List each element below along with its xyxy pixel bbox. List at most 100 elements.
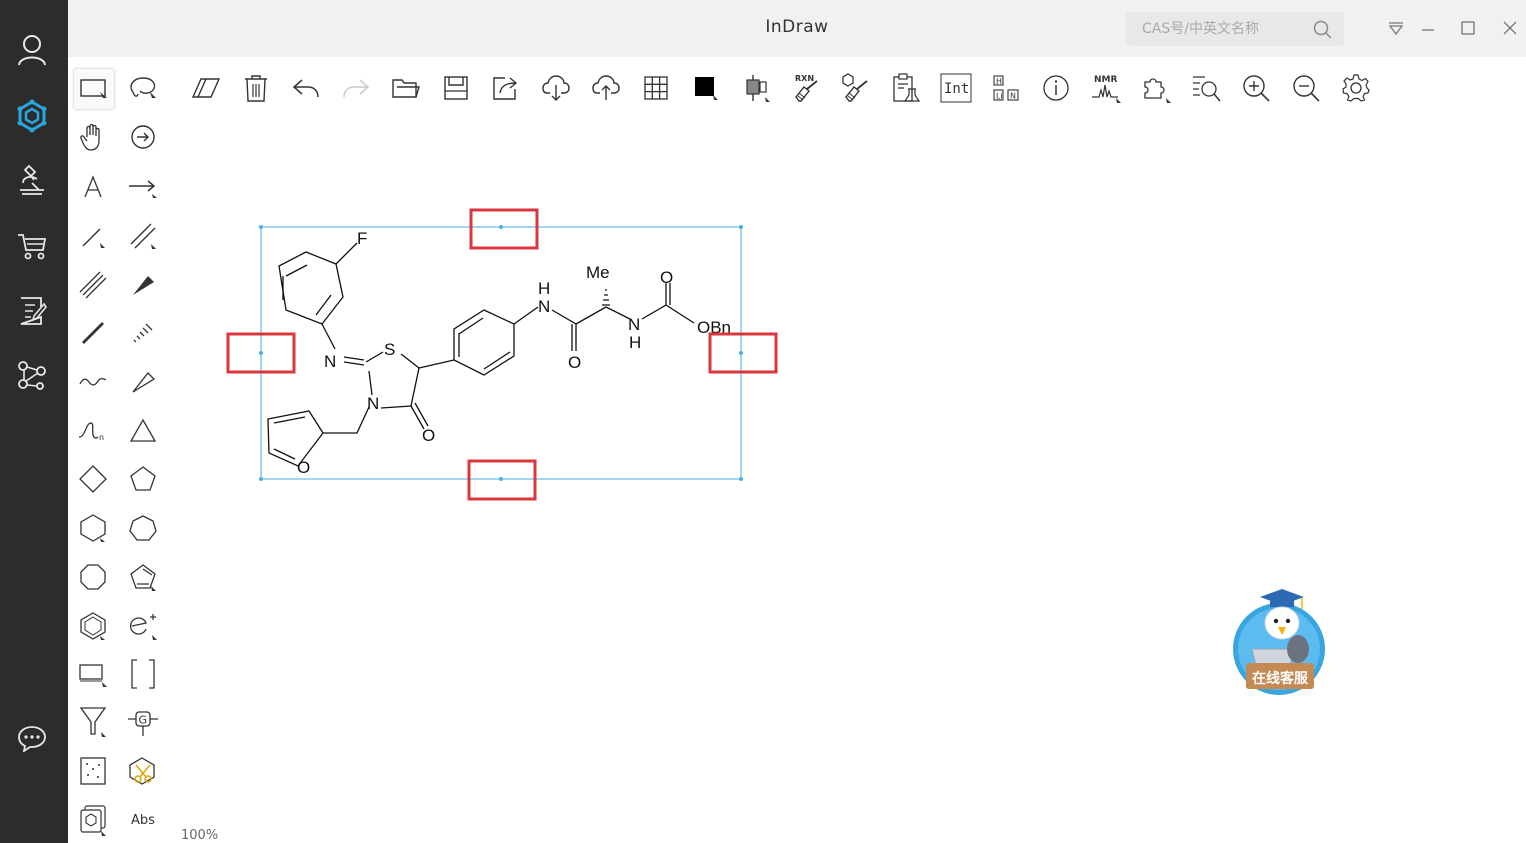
bold-bond-tool-icon[interactable] <box>73 313 113 353</box>
reaction-clean-icon[interactable]: RXN <box>789 71 823 105</box>
zoom-out-icon[interactable] <box>1289 71 1323 105</box>
export-icon[interactable] <box>489 71 523 105</box>
atom-N-imine: N <box>324 352 336 371</box>
open-folder-icon[interactable] <box>389 71 423 105</box>
hand-pan-tool-icon[interactable] <box>73 117 113 157</box>
user-icon[interactable] <box>10 28 54 72</box>
plugin-icon[interactable] <box>1139 71 1173 105</box>
chemical-check-icon[interactable] <box>889 71 923 105</box>
atom-N-amide: N <box>538 297 550 316</box>
svg-text:Li: Li <box>996 92 1003 101</box>
atom-N-ring: N <box>367 394 379 413</box>
rect-select-tool-icon[interactable] <box>73 68 115 110</box>
cut-ring-tool-icon[interactable] <box>123 751 163 791</box>
cyclohexane-tool-icon[interactable] <box>73 508 113 548</box>
info-icon[interactable] <box>1039 71 1073 105</box>
structure-clean-icon[interactable] <box>839 71 873 105</box>
lasso-select-tool-icon[interactable] <box>123 68 163 108</box>
nmr-predict-icon[interactable]: NMR <box>1089 71 1123 105</box>
arrow-tool-icon[interactable] <box>123 167 163 207</box>
triple-bond-tool-icon[interactable] <box>73 265 113 305</box>
funnel-glassware-tool-icon[interactable] <box>73 702 113 742</box>
search-structure-icon[interactable] <box>1189 71 1223 105</box>
single-bond-tool-icon[interactable] <box>73 216 113 256</box>
hollow-wedge-tool-icon[interactable] <box>123 362 163 402</box>
tool-palette: n G Abs <box>68 57 177 843</box>
abs-label: Abs <box>131 812 155 828</box>
zoom-in-icon[interactable] <box>1239 71 1273 105</box>
wedge-bond-tool-icon[interactable] <box>123 265 163 305</box>
settings-gear-icon[interactable] <box>1339 71 1373 105</box>
zoom-level: 100% <box>181 828 219 843</box>
search-box[interactable] <box>1126 12 1344 46</box>
atom-H-carbamate: H <box>629 333 641 352</box>
side-nav <box>0 0 68 843</box>
atom-H-amide: H <box>538 279 550 298</box>
cyclooctane-tool-icon[interactable] <box>73 557 113 597</box>
abs-stereo-button[interactable]: Abs <box>123 800 163 840</box>
online-support-button[interactable]: 在线客服 <box>1232 587 1326 697</box>
benzene-tool-icon[interactable] <box>73 606 113 646</box>
atom-O-carbonyl: O <box>660 268 673 287</box>
title-bar: InDraw <box>68 0 1526 58</box>
cloud-upload-icon[interactable] <box>589 71 623 105</box>
svg-text:G: G <box>139 714 148 727</box>
svg-text:H: H <box>996 77 1002 86</box>
int-label: Int <box>944 81 969 97</box>
int-button[interactable]: Int <box>939 71 973 105</box>
trash-icon[interactable] <box>239 71 273 105</box>
chain-tool-icon[interactable]: n <box>73 411 113 451</box>
color-picker-icon[interactable] <box>689 71 723 105</box>
rxn-label: RXN <box>795 74 814 83</box>
eraser-icon[interactable] <box>189 71 223 105</box>
save-icon[interactable] <box>439 71 473 105</box>
hashed-bond-tool-icon[interactable] <box>123 313 163 353</box>
group-tool-icon[interactable]: G <box>123 702 163 742</box>
cart-icon[interactable] <box>10 224 54 268</box>
cyclopentadiene-tool-icon[interactable] <box>123 557 163 597</box>
atom-O-amide: O <box>568 353 581 372</box>
atom-Me: Me <box>586 263 610 282</box>
rotate-tool-icon[interactable] <box>123 117 163 157</box>
notes-icon[interactable] <box>10 289 54 333</box>
double-bond-tool-icon[interactable] <box>123 216 163 256</box>
dropdown-menu-icon[interactable] <box>1384 17 1408 39</box>
molecule-drawing[interactable]: F N S N O O H N O Me N H O OBn <box>176 119 1526 843</box>
cyclopropane-tool-icon[interactable] <box>123 411 163 451</box>
template-tool-icon[interactable] <box>73 751 113 791</box>
chat-icon[interactable] <box>10 716 54 760</box>
main-toolbar: RXN Int H Li N NMR <box>176 57 1526 119</box>
redo-icon[interactable] <box>339 71 373 105</box>
cyclopentane-tool-icon[interactable] <box>123 459 163 499</box>
atom-N-carbamate: N <box>628 315 640 334</box>
search-icon[interactable] <box>1313 20 1332 43</box>
atom-O-furan: O <box>297 458 310 477</box>
maximize-icon[interactable] <box>1456 17 1480 39</box>
microscope-icon[interactable] <box>10 158 54 202</box>
svg-text:n: n <box>99 433 104 442</box>
atom-F: F <box>357 229 367 248</box>
charge-tool-icon[interactable] <box>123 606 163 646</box>
cyclobutane-tool-icon[interactable] <box>73 459 113 499</box>
drawing-canvas[interactable]: F N S N O O H N O Me N H O OBn 100% <box>176 119 1526 843</box>
structure-logo-icon[interactable] <box>10 94 54 138</box>
undo-icon[interactable] <box>289 71 323 105</box>
wavy-bond-tool-icon[interactable] <box>73 362 113 402</box>
align-icon[interactable] <box>739 71 773 105</box>
network-icon[interactable] <box>10 353 54 397</box>
minimize-icon[interactable] <box>1416 17 1440 39</box>
support-label: 在线客服 <box>1252 671 1308 687</box>
template-library-icon[interactable] <box>73 800 113 840</box>
search-input[interactable] <box>1126 12 1322 46</box>
cycloheptane-tool-icon[interactable] <box>123 508 163 548</box>
bracket-tool-icon[interactable] <box>123 654 163 694</box>
shape-rect-tool-icon[interactable] <box>73 654 113 694</box>
close-icon[interactable] <box>1498 17 1522 39</box>
grid-icon[interactable] <box>639 71 673 105</box>
hlin-icon[interactable]: H Li N <box>989 71 1023 105</box>
cloud-download-icon[interactable] <box>539 71 573 105</box>
svg-text:N: N <box>1010 92 1016 101</box>
atom-S: S <box>384 340 395 359</box>
text-tool-icon[interactable] <box>73 167 113 207</box>
nmr-label: NMR <box>1094 75 1117 85</box>
